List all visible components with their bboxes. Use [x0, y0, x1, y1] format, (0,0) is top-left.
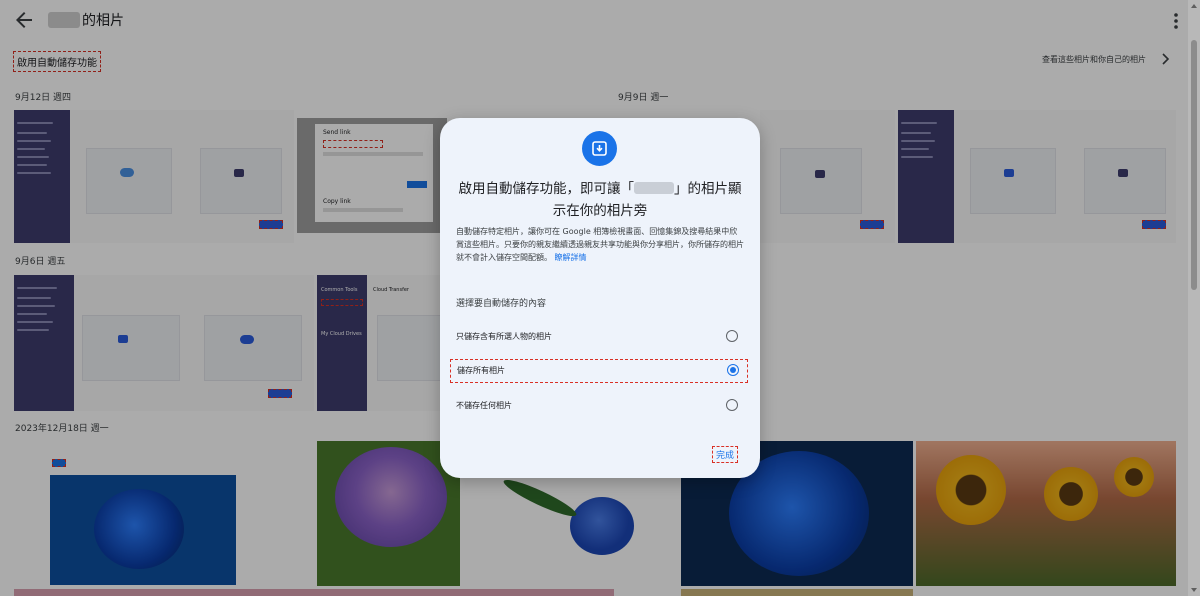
option-label: 不儲存任何相片	[456, 401, 512, 410]
option-label: 只儲存含有所選人物的相片	[456, 332, 552, 341]
photos-page: 的相片 啟用自動儲存功能 查看這些相片和你自己的相片 9月12日 週四 9月9日…	[0, 0, 1200, 596]
scroll-up-arrow-icon[interactable]	[1190, 2, 1198, 10]
radio-button[interactable]	[726, 399, 738, 411]
option-selected-people[interactable]: 只儲存含有所選人物的相片	[450, 326, 746, 348]
option-no-photos[interactable]: 不儲存任何相片	[450, 395, 746, 417]
blurred-name	[634, 182, 674, 194]
dialog-description: 自動儲存特定相片，讓你可在 Google 相簿檢視畫面、回憶集錦及搜尋結果中欣賞…	[456, 227, 744, 262]
learn-more-link[interactable]: 瞭解詳情	[555, 253, 587, 262]
option-all-photos[interactable]: 儲存所有相片	[450, 359, 748, 383]
scroll-down-arrow-icon[interactable]	[1190, 586, 1198, 594]
dialog-title: 啟用自動儲存功能，即可讓「 」的相片顯示在你的相片旁	[458, 181, 742, 219]
download-icon	[582, 131, 617, 166]
radio-button-selected[interactable]	[727, 364, 739, 376]
autosave-dialog: 啟用自動儲存功能，即可讓「 」的相片顯示在你的相片旁 自動儲存特定相片，讓你可在 …	[440, 118, 760, 478]
radio-button[interactable]	[726, 330, 738, 342]
scrollbar-thumb[interactable]	[1191, 40, 1197, 290]
option-label: 儲存所有相片	[457, 366, 505, 375]
choose-content-label: 選擇要自動儲存的內容	[456, 299, 547, 309]
done-button[interactable]: 完成	[712, 446, 739, 463]
